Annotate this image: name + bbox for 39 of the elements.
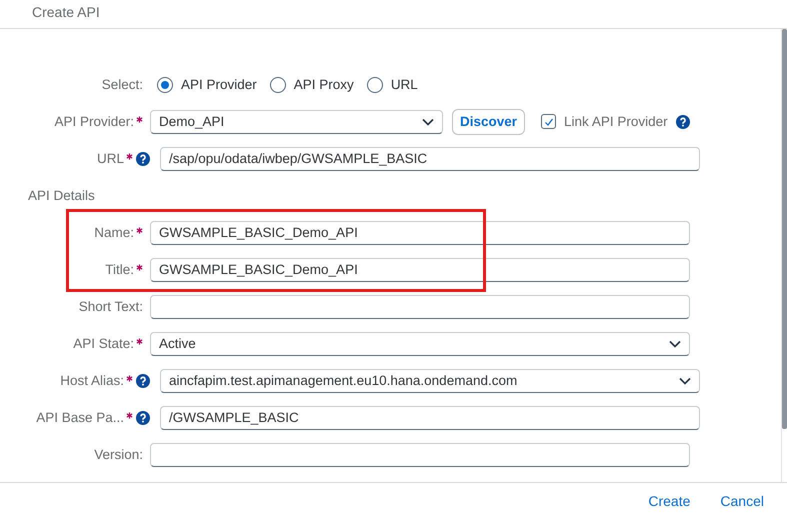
radio-label[interactable]: API Proxy [294, 77, 354, 92]
section-title: API Details [27, 187, 95, 205]
field-label: Name: [94, 225, 134, 240]
field-label: Select: [102, 77, 143, 92]
checkbox-label[interactable]: Link API Provider [564, 114, 668, 129]
help-icon[interactable] [136, 152, 150, 166]
discover-button[interactable]: Discover [452, 108, 526, 134]
cancel-button[interactable]: Cancel [713, 488, 771, 512]
field-label: API Base Pa... [36, 410, 124, 425]
dropdown-icon[interactable] [422, 118, 434, 126]
input-field[interactable] [150, 294, 690, 318]
input-field[interactable]: GWSAMPLE_BASIC_Demo_API [150, 258, 690, 282]
dropdown-field[interactable]: Demo_API [150, 110, 443, 134]
input-field[interactable]: /sap/opu/odata/iwbep/GWSAMPLE_BASIC [160, 146, 700, 170]
field-label: Short Text: [78, 299, 143, 314]
field-label: Version: [94, 447, 143, 462]
radio-button[interactable] [366, 76, 383, 92]
dropdown-field[interactable]: aincfapim.test.apimanagement.eu10.hana.ondemand.com [160, 368, 700, 392]
input-field[interactable]: /GWSAMPLE_BASIC [160, 406, 700, 430]
field-label: Title: [105, 262, 134, 277]
create-button[interactable]: Create [641, 488, 698, 512]
radio-button[interactable] [270, 76, 286, 92]
field-label: Host Alias: [60, 373, 124, 388]
scrollbar[interactable] [781, 29, 787, 482]
radio-label[interactable]: URL [390, 77, 418, 92]
help-icon[interactable] [136, 374, 150, 388]
radio-label[interactable]: API Provider [181, 77, 257, 92]
field-label: URL [96, 151, 124, 166]
dropdown-icon[interactable] [669, 340, 681, 348]
dropdown-field[interactable]: Active [150, 332, 690, 356]
help-icon[interactable] [676, 114, 690, 128]
dropdown-icon[interactable] [679, 376, 691, 384]
input-field[interactable] [150, 442, 690, 466]
field-label: API State: [73, 336, 134, 351]
input-field[interactable]: GWSAMPLE_BASIC_Demo_API [150, 220, 690, 244]
field-label: API Provider: [54, 114, 134, 129]
radio-button[interactable] [157, 76, 173, 92]
help-icon[interactable] [136, 410, 150, 424]
dialog-title: Create API [0, 0, 787, 29]
